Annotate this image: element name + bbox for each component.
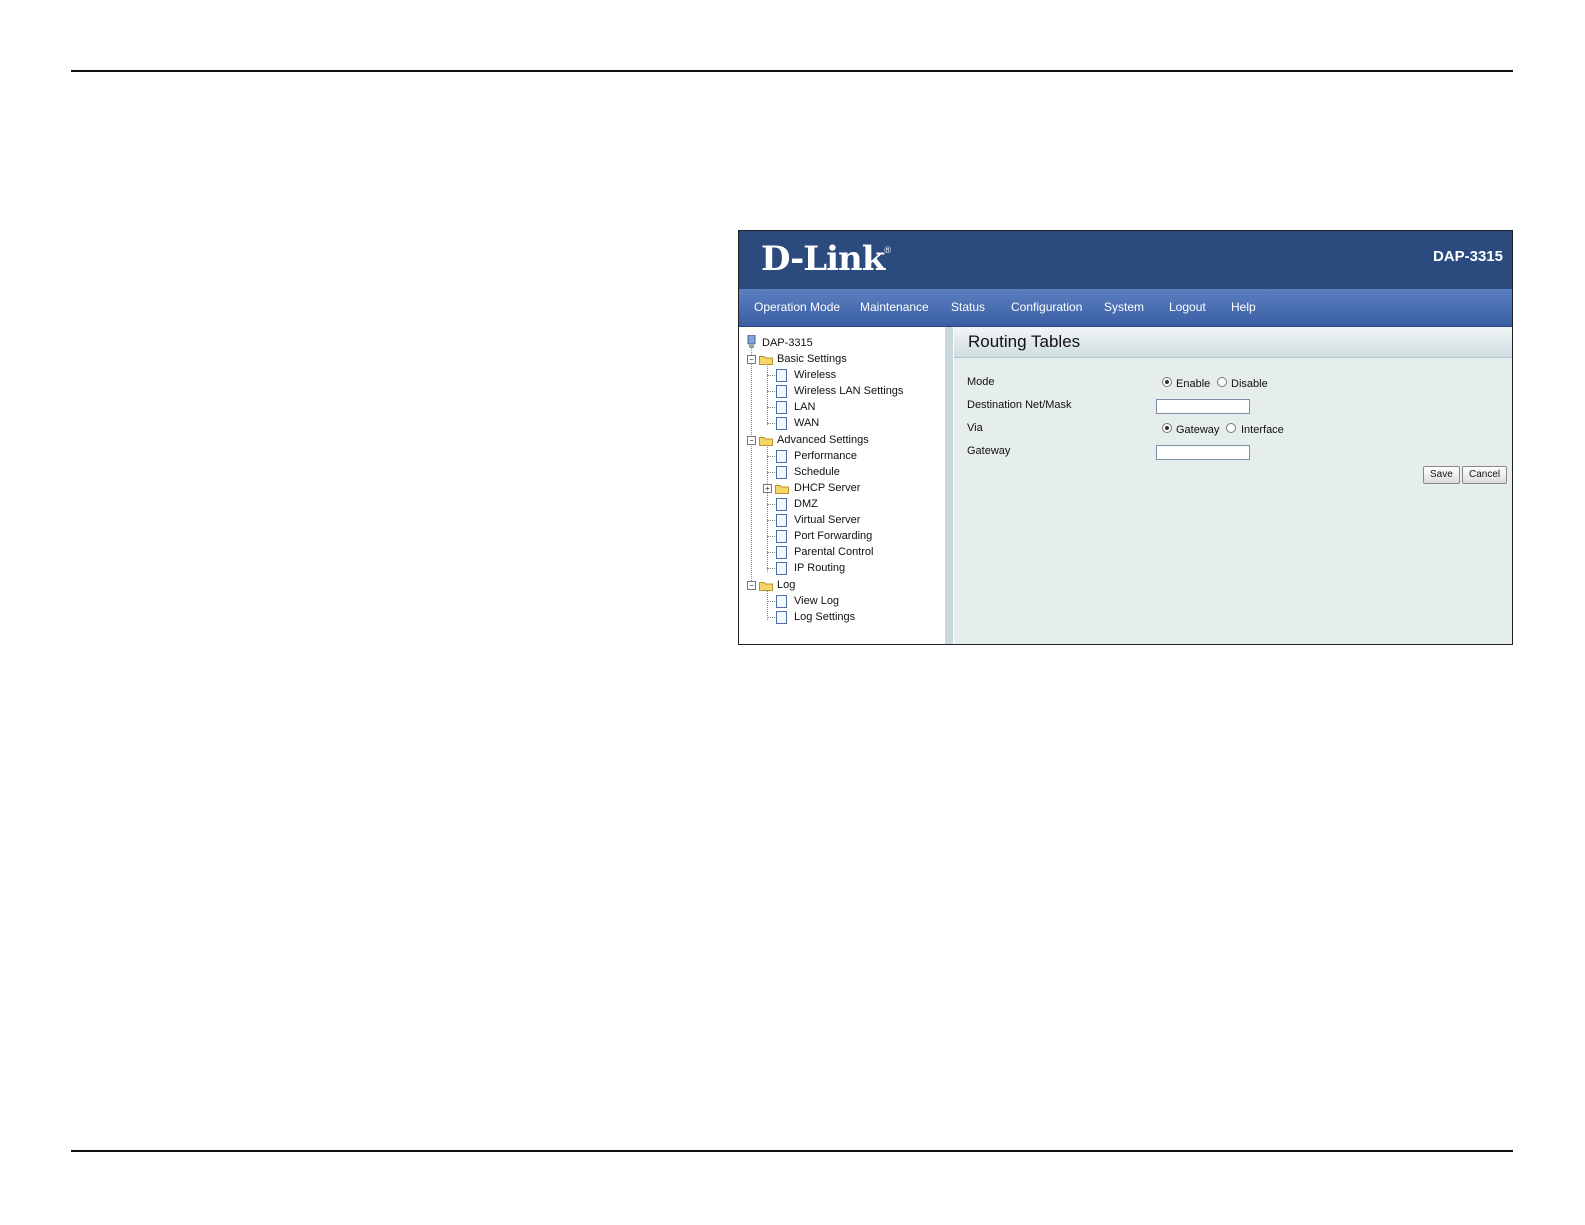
page-icon bbox=[776, 562, 787, 575]
registered-mark: ® bbox=[884, 245, 891, 255]
tree-dmz[interactable]: DMZ bbox=[794, 498, 818, 510]
tree-log-settings[interactable]: Log Settings bbox=[794, 611, 855, 623]
save-button[interactable]: Save bbox=[1423, 466, 1460, 484]
tree-port-forwarding[interactable]: Port Forwarding bbox=[794, 530, 872, 542]
folder-open-icon bbox=[759, 582, 773, 591]
page-icon bbox=[776, 514, 787, 527]
collapse-toggle-icon[interactable]: − bbox=[747, 581, 756, 590]
mode-disable-radio[interactable] bbox=[1217, 377, 1227, 387]
tree-ip-routing[interactable]: IP Routing bbox=[794, 562, 845, 574]
destination-label: Destination Net/Mask bbox=[967, 399, 1072, 411]
model-name: DAP-3315 bbox=[1432, 248, 1503, 265]
cancel-button[interactable]: Cancel bbox=[1462, 466, 1508, 484]
title-bar: Routing Tables bbox=[954, 327, 1512, 358]
tree-connector bbox=[767, 588, 768, 620]
destination-input[interactable] bbox=[1156, 399, 1250, 414]
tree-wireless[interactable]: Wireless bbox=[794, 369, 836, 381]
nav-logout[interactable]: Logout bbox=[1169, 300, 1206, 314]
page-icon bbox=[776, 466, 787, 479]
via-interface-radio[interactable] bbox=[1226, 423, 1236, 433]
via-gateway-radio[interactable] bbox=[1162, 423, 1172, 433]
access-point-icon bbox=[747, 335, 756, 348]
tree-connector bbox=[751, 345, 752, 589]
page-icon bbox=[776, 369, 787, 382]
router-ui-screenshot: D-Link® DAP-3315 Operation Mode Maintena… bbox=[738, 230, 1513, 645]
tree-performance[interactable]: Performance bbox=[794, 450, 857, 462]
nav-system[interactable]: System bbox=[1104, 300, 1144, 314]
nav-configuration[interactable]: Configuration bbox=[1011, 300, 1082, 314]
main-nav: Operation Mode Maintenance Status Config… bbox=[739, 289, 1512, 327]
via-gateway-label: Gateway bbox=[1176, 424, 1220, 436]
tree-root-dap3315[interactable]: DAP-3315 bbox=[762, 337, 813, 349]
tree-connector bbox=[767, 361, 768, 425]
gateway-label: Gateway bbox=[967, 445, 1011, 457]
folder-open-icon bbox=[759, 437, 773, 446]
mode-enable-radio[interactable] bbox=[1162, 377, 1172, 387]
tree-advanced-settings[interactable]: Advanced Settings bbox=[777, 434, 869, 446]
nav-status[interactable]: Status bbox=[951, 300, 985, 314]
tree-view-log[interactable]: View Log bbox=[794, 595, 839, 607]
tree-virtual-server[interactable]: Virtual Server bbox=[794, 514, 860, 526]
folder-open-icon bbox=[759, 356, 773, 365]
page-icon bbox=[776, 530, 787, 543]
folder-closed-icon bbox=[775, 485, 789, 494]
nav-operation-mode[interactable]: Operation Mode bbox=[754, 300, 840, 314]
dlink-logo: D-Link® bbox=[761, 239, 891, 279]
navigation-tree: DAP-3315 − Basic Settings Wireless Wirel… bbox=[739, 327, 953, 644]
expand-toggle-icon[interactable]: + bbox=[763, 484, 772, 493]
mode-disable-label: Disable bbox=[1231, 378, 1268, 390]
collapse-toggle-icon[interactable]: − bbox=[747, 355, 756, 364]
tree-parental-control[interactable]: Parental Control bbox=[794, 546, 874, 558]
gateway-input[interactable] bbox=[1156, 445, 1250, 460]
tree-schedule[interactable]: Schedule bbox=[794, 466, 840, 478]
page-icon bbox=[776, 417, 787, 430]
page-icon bbox=[776, 611, 787, 624]
tree-lan[interactable]: LAN bbox=[794, 401, 815, 413]
via-label: Via bbox=[967, 422, 983, 434]
nav-help[interactable]: Help bbox=[1231, 300, 1256, 314]
page-icon bbox=[776, 450, 787, 463]
page-title: Routing Tables bbox=[968, 332, 1081, 351]
top-rule bbox=[71, 70, 1513, 72]
tree-basic-settings[interactable]: Basic Settings bbox=[777, 353, 847, 365]
tree-dhcp-server[interactable]: DHCP Server bbox=[794, 482, 860, 494]
tree-log[interactable]: Log bbox=[777, 579, 795, 591]
tree-wireless-lan-settings[interactable]: Wireless LAN Settings bbox=[794, 385, 903, 397]
via-interface-label: Interface bbox=[1241, 424, 1284, 436]
page-icon bbox=[776, 546, 787, 559]
mode-label: Mode bbox=[967, 376, 995, 388]
logo-text: D-Link bbox=[761, 239, 885, 279]
tree-wan[interactable]: WAN bbox=[794, 417, 819, 429]
header-bar: D-Link® DAP-3315 bbox=[739, 231, 1512, 289]
collapse-toggle-icon[interactable]: − bbox=[747, 436, 756, 445]
page-icon bbox=[776, 498, 787, 511]
page-icon bbox=[776, 385, 787, 398]
bottom-rule bbox=[71, 1150, 1513, 1152]
mode-enable-label: Enable bbox=[1176, 378, 1211, 390]
page-icon bbox=[776, 595, 787, 608]
page-icon bbox=[776, 401, 787, 414]
content-panel: Routing Tables Mode Enable Disable Desti… bbox=[954, 327, 1512, 644]
nav-maintenance[interactable]: Maintenance bbox=[860, 300, 929, 314]
